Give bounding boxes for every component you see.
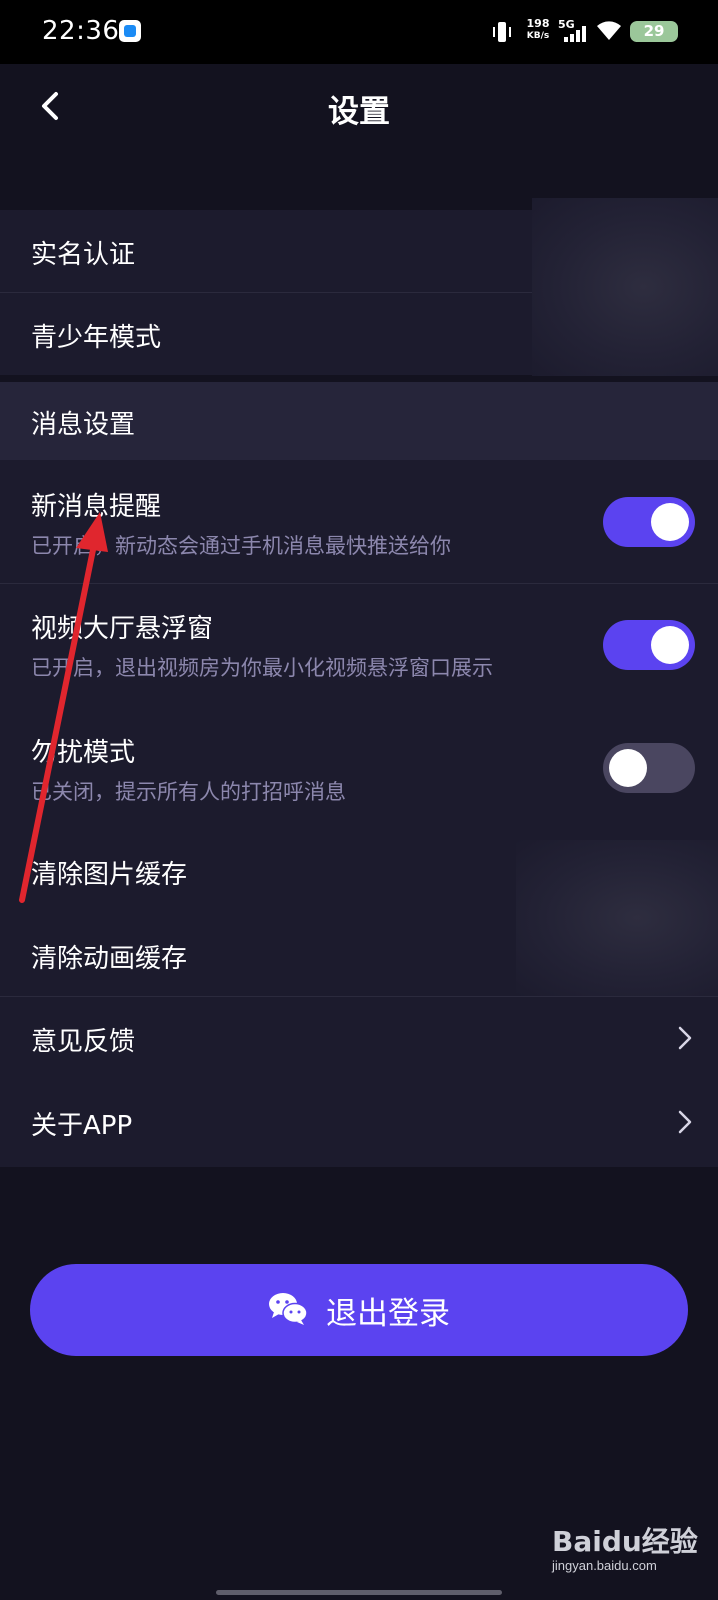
dnd-label: 勿扰模式 <box>31 738 136 768</box>
dnd-row: 勿扰模式 已关闭，提示所有人的打招呼消息 <box>0 706 718 830</box>
watermark-url: jingyan.baidu.com <box>552 1558 657 1573</box>
video-float-row: 视频大厅悬浮窗 已开启，退出视频房为你最小化视频悬浮窗口展示 <box>0 584 718 706</box>
wifi-icon <box>597 21 621 40</box>
blurred-region <box>516 840 718 996</box>
signal-bars-icon <box>564 26 586 42</box>
dnd-description: 已关闭，提示所有人的打招呼消息 <box>31 780 346 804</box>
status-time: 22:36 <box>42 16 120 46</box>
toggle-knob <box>651 503 689 541</box>
network-speed: 198 KB/s <box>522 18 554 42</box>
clear-animation-cache-label: 清除动画缓存 <box>31 944 188 974</box>
header: 设置 <box>0 64 718 148</box>
feedback-label: 意见反馈 <box>31 1027 136 1057</box>
message-settings-header: 消息设置 <box>0 382 718 460</box>
logout-button[interactable]: 退出登录 <box>30 1264 688 1356</box>
feedback-row[interactable]: 意见反馈 <box>0 997 718 1081</box>
chevron-right-icon <box>678 1110 692 1134</box>
wechat-icon <box>269 1293 308 1325</box>
battery-indicator: 29 <box>630 21 678 42</box>
status-bar: 22:36 198 KB/s 5G 29 <box>0 0 718 64</box>
app-notification-icon <box>119 20 141 42</box>
new-message-toggle[interactable] <box>603 497 695 547</box>
blurred-region <box>532 198 718 376</box>
real-name-label: 实名认证 <box>31 240 136 270</box>
page-title: 设置 <box>328 94 390 130</box>
video-float-toggle[interactable] <box>603 620 695 670</box>
network-speed-unit: KB/s <box>526 31 550 41</box>
chevron-right-icon <box>678 1026 692 1050</box>
cellular-signal: 5G <box>558 18 590 44</box>
vibrate-icon <box>493 22 511 42</box>
toggle-knob <box>651 626 689 664</box>
about-row[interactable]: 关于APP <box>0 1081 718 1167</box>
toggle-knob <box>609 749 647 787</box>
teen-mode-label: 青少年模式 <box>31 323 162 353</box>
new-message-label: 新消息提醒 <box>31 492 162 522</box>
home-indicator[interactable] <box>216 1590 502 1595</box>
about-label: 关于APP <box>31 1111 133 1141</box>
video-float-label: 视频大厅悬浮窗 <box>31 614 214 644</box>
video-float-description: 已开启，退出视频房为你最小化视频悬浮窗口展示 <box>31 656 493 680</box>
watermark-brand: Baidu经验 <box>552 1525 698 1558</box>
clear-image-cache-label: 清除图片缓存 <box>31 860 188 890</box>
new-message-description: 已开启，新动态会通过手机消息最快推送给你 <box>31 534 451 558</box>
baidu-watermark: Baidu经验 jingyan.baidu.com <box>552 1520 702 1580</box>
logout-label: 退出登录 <box>326 1296 450 1332</box>
network-speed-value: 198 <box>526 17 550 30</box>
dnd-toggle[interactable] <box>603 743 695 793</box>
message-settings-label: 消息设置 <box>31 410 136 440</box>
new-message-row: 新消息提醒 已开启，新动态会通过手机消息最快推送给你 <box>0 460 718 583</box>
